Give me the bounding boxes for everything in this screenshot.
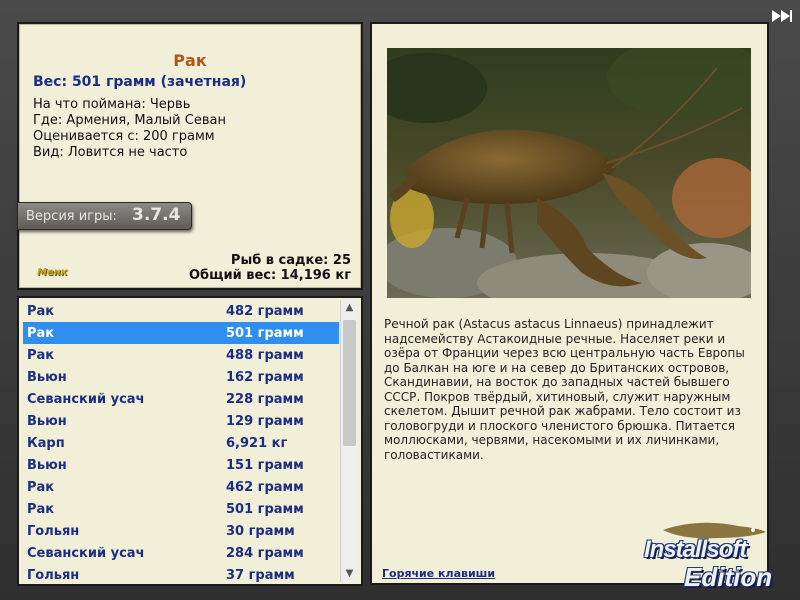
tank-stats: Рыб в садке: 25 Общий вес: 14,196 кг bbox=[189, 253, 351, 283]
list-item[interactable]: Рак 501 грамм bbox=[23, 498, 339, 520]
list-item-weight: 482 грамм bbox=[226, 304, 304, 319]
list-item[interactable]: Севанский усач 228 грамм bbox=[23, 388, 339, 410]
list-item-weight: 228 грамм bbox=[226, 392, 304, 407]
list-item[interactable]: Вьюн 129 грамм bbox=[23, 410, 339, 432]
developer-logo: Менк bbox=[37, 267, 68, 278]
species-description: Речной рак (Astacus astacus Linnaeus) пр… bbox=[384, 317, 745, 462]
app-window: Рак Вес: 501 грамм (зачетная) На что пой… bbox=[0, 0, 800, 600]
badge-line2: Edition bbox=[684, 562, 773, 592]
version-number: 3.7.4 bbox=[132, 205, 181, 225]
list-item-name: Гольян bbox=[27, 524, 80, 539]
badge-line1: Installsoft bbox=[644, 536, 747, 563]
list-item-weight: 37 грамм bbox=[226, 568, 295, 583]
list-item-weight: 501 грамм bbox=[226, 502, 304, 517]
species-detail-panel: Речной рак (Astacus astacus Linnaeus) пр… bbox=[370, 22, 769, 585]
crayfish-photo bbox=[387, 48, 751, 298]
list-item-name: Севанский усач bbox=[27, 546, 145, 561]
list-item-name: Севанский усач bbox=[27, 392, 145, 407]
list-item-name: Вьюн bbox=[27, 414, 67, 429]
list-item[interactable]: Рак 462 грамм bbox=[23, 476, 339, 498]
scroll-up-icon[interactable]: ▲ bbox=[341, 300, 358, 316]
list-item-weight: 462 грамм bbox=[226, 480, 304, 495]
list-item-name: Рак bbox=[27, 348, 55, 363]
list-item[interactable]: Вьюн 151 грамм bbox=[23, 454, 339, 476]
catch-place: Где: Армения, Малый Севан bbox=[33, 113, 226, 128]
list-item[interactable]: Гольян 37 грамм bbox=[23, 564, 339, 584]
list-item[interactable]: Рак 501 грамм bbox=[23, 322, 339, 344]
list-item-weight: 488 грамм bbox=[226, 348, 304, 363]
list-item-name: Вьюн bbox=[27, 458, 67, 473]
list-item-weight: 30 грамм bbox=[226, 524, 295, 539]
list-item-weight: 129 грамм bbox=[226, 414, 304, 429]
tank-total-weight: Общий вес: 14,196 кг bbox=[188, 268, 351, 283]
tank-count: Рыб в садке: 25 bbox=[230, 253, 351, 268]
catch-list[interactable]: Рак 482 грамм Рак 501 грамм Рак 488 грамм Вьюн… bbox=[17, 296, 363, 586]
catch-title: Рак bbox=[173, 51, 207, 70]
list-item-weight: 501 грамм bbox=[226, 326, 304, 341]
list-item[interactable]: Карп 6,921 кг bbox=[23, 432, 339, 454]
installsoft-badge: Installsoft Edition bbox=[640, 518, 798, 598]
hotkeys-link[interactable]: Горячие клавиши bbox=[382, 567, 495, 580]
list-item-name: Рак bbox=[27, 480, 55, 495]
scroll-down-icon[interactable]: ▼ bbox=[341, 566, 358, 582]
list-item[interactable]: Рак 488 грамм bbox=[23, 344, 339, 366]
list-item-weight: 151 грамм bbox=[226, 458, 304, 473]
list-item-weight: 6,921 кг bbox=[226, 436, 288, 451]
list-item[interactable]: Вьюн 162 грамм bbox=[23, 366, 339, 388]
list-scrollbar[interactable]: ▲ ▼ bbox=[340, 300, 358, 582]
list-item-name: Карп bbox=[27, 436, 65, 451]
catch-min-weight: Оценивается с: 200 грамм bbox=[33, 129, 215, 144]
list-item-name: Вьюн bbox=[27, 370, 67, 385]
catch-info-panel: Рак Вес: 501 грамм (зачетная) На что пой… bbox=[17, 22, 363, 290]
list-item-name: Рак bbox=[27, 326, 55, 341]
scroll-thumb[interactable] bbox=[343, 320, 356, 446]
list-item[interactable]: Севанский усач 284 грамм bbox=[23, 542, 339, 564]
list-item-name: Гольян bbox=[27, 568, 80, 583]
list-item-name: Рак bbox=[27, 502, 55, 517]
fast-forward-icon[interactable] bbox=[770, 8, 794, 24]
catch-weight: Вес: 501 грамм (зачетная) bbox=[33, 74, 247, 90]
list-item-weight: 162 грамм bbox=[226, 370, 304, 385]
list-item-name: Рак bbox=[27, 304, 55, 319]
list-item-weight: 284 грамм bbox=[226, 546, 304, 561]
version-tag: Версия игры: 3.7.4 bbox=[17, 202, 192, 230]
catch-bait: На что поймана: Червь bbox=[33, 97, 191, 112]
version-label: Версия игры: bbox=[26, 209, 117, 224]
list-item[interactable]: Рак 482 грамм bbox=[23, 300, 339, 322]
list-item[interactable]: Гольян 30 грамм bbox=[23, 520, 339, 542]
catch-rarity: Вид: Ловится не часто bbox=[33, 145, 188, 160]
